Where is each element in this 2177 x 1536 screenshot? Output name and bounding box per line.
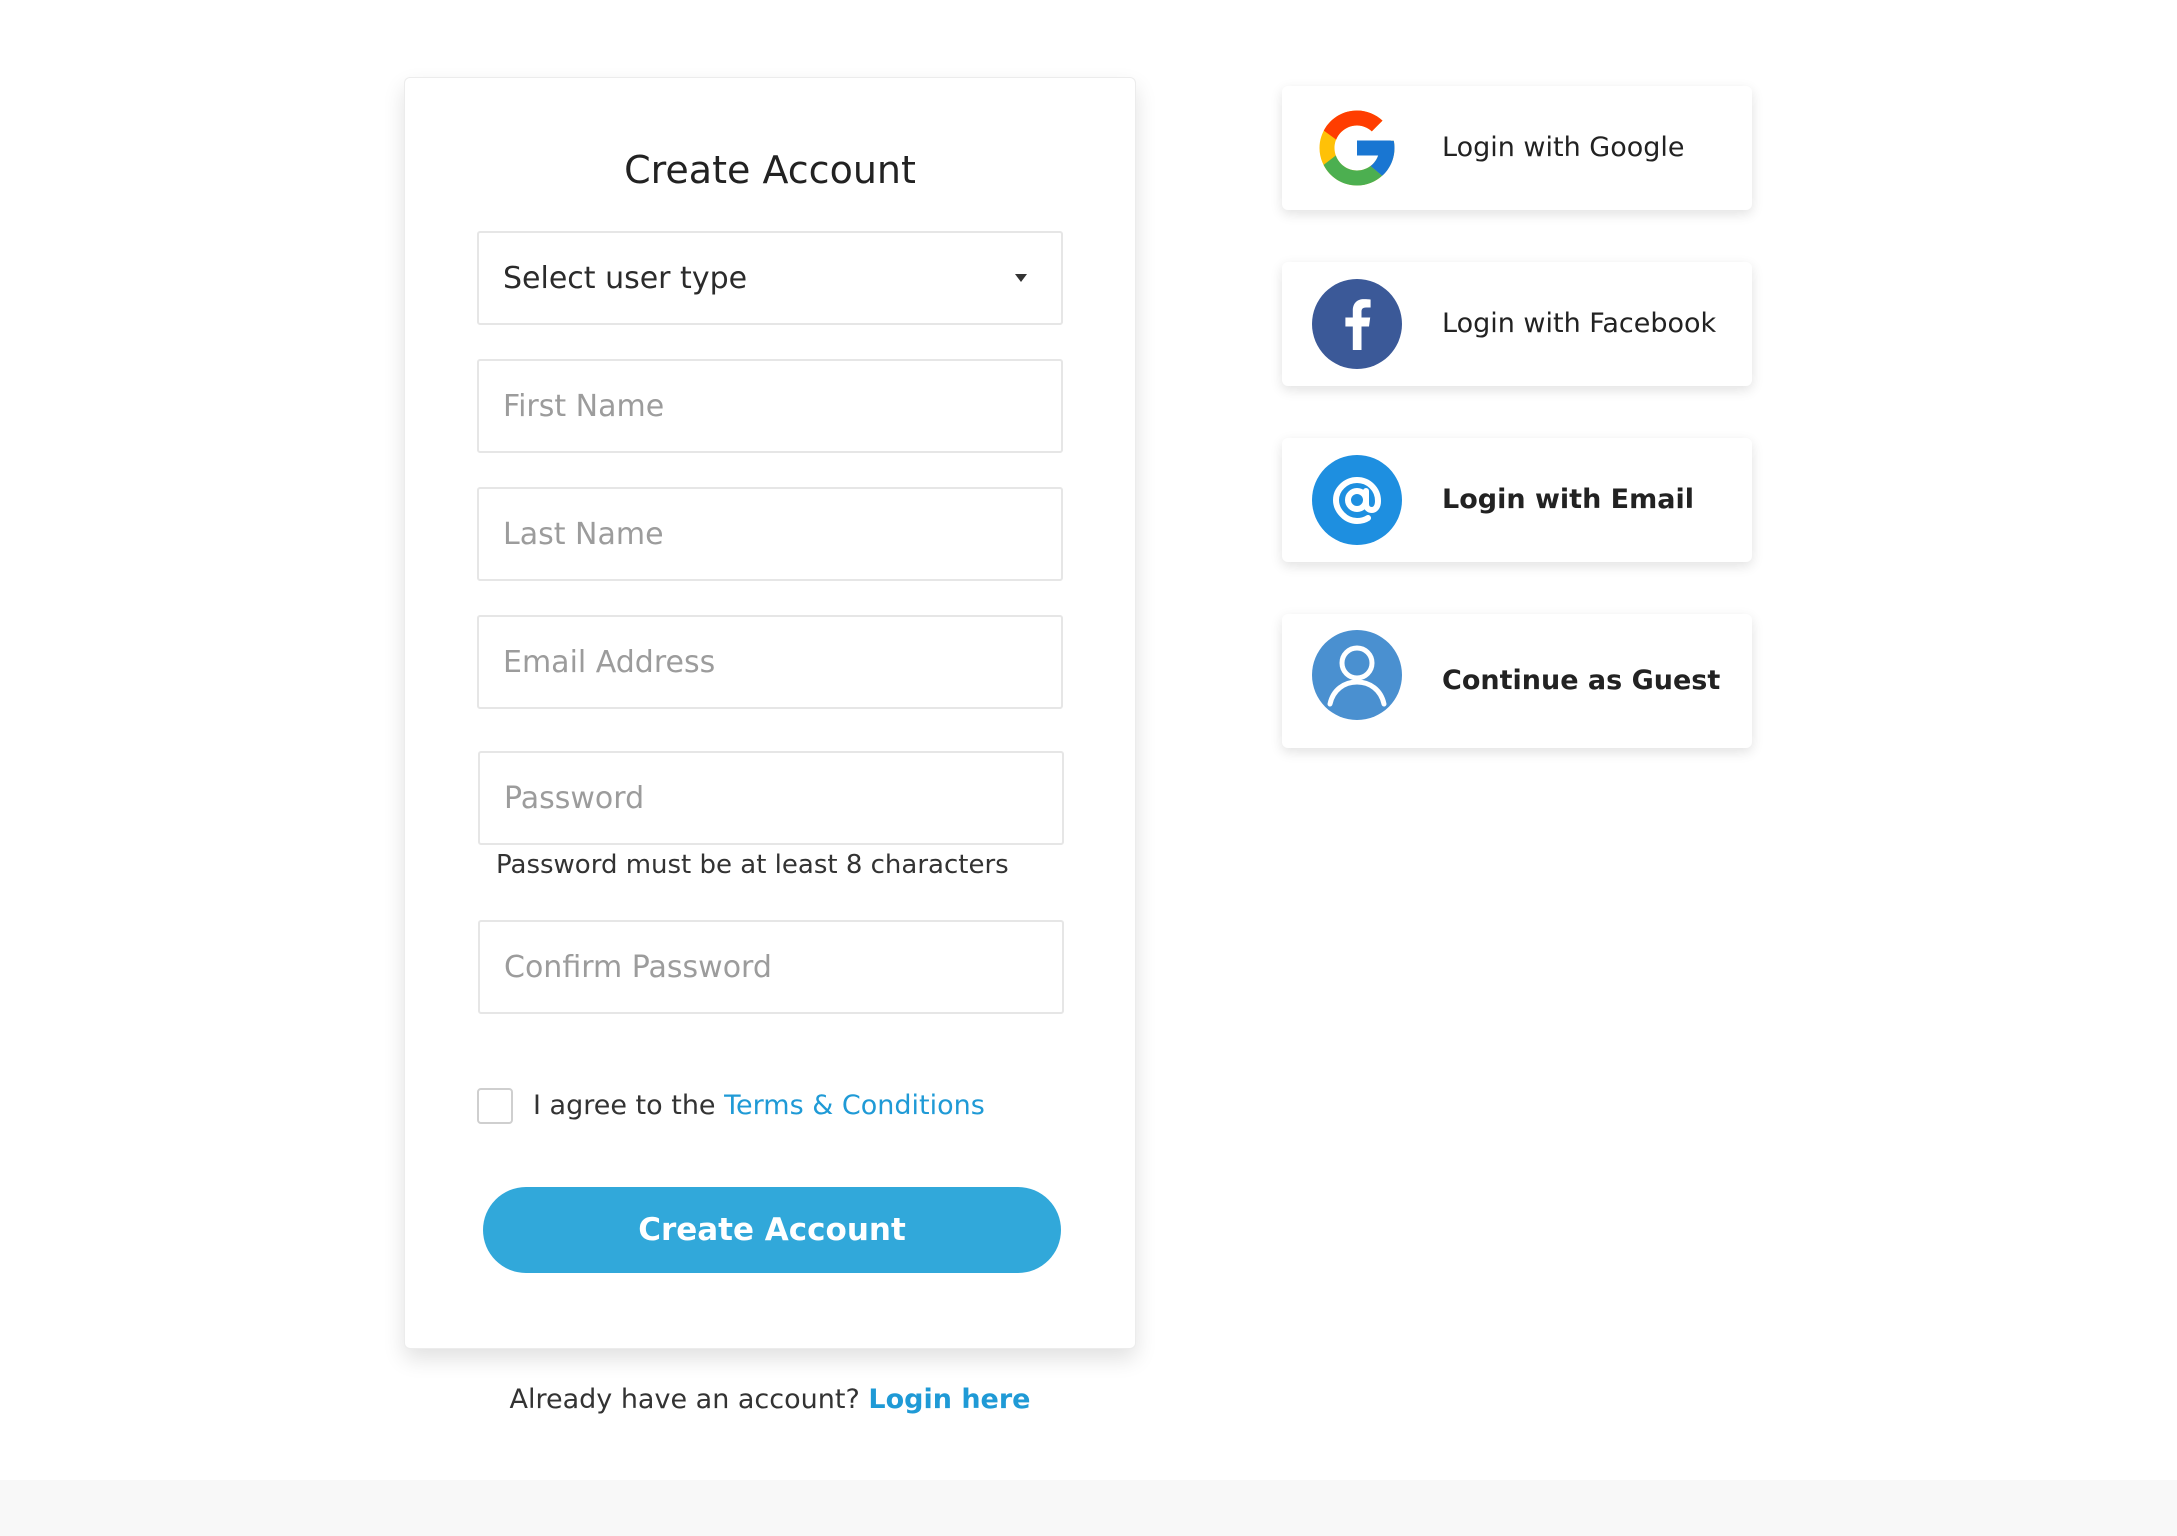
chevron-down-icon <box>1015 274 1027 282</box>
terms-agreement-text: I agree to the <box>533 1090 725 1121</box>
user-type-select[interactable]: Select user type <box>477 231 1063 325</box>
login-with-facebook-button[interactable]: Login with Facebook <box>1282 262 1752 386</box>
last-name-field[interactable] <box>477 487 1063 581</box>
terms-agreement: I agree to the Terms & Conditions <box>533 1090 985 1121</box>
facebook-label: Login with Facebook <box>1442 308 1717 339</box>
google-icon <box>1319 110 1395 186</box>
page-title: Create Account <box>624 148 916 192</box>
footer-band <box>0 1480 2177 1536</box>
facebook-icon <box>1312 279 1402 369</box>
email-label: Login with Email <box>1442 484 1694 515</box>
login-here-link[interactable]: Login here <box>868 1384 1030 1415</box>
terms-checkbox[interactable] <box>477 1088 513 1124</box>
email-field[interactable] <box>477 615 1063 709</box>
first-name-field[interactable] <box>477 359 1063 453</box>
login-prompt-text: Already have an account? <box>509 1384 869 1415</box>
password-field[interactable] <box>478 751 1064 845</box>
continue-as-guest-button[interactable]: Continue as Guest <box>1282 614 1752 748</box>
at-sign-icon <box>1312 455 1402 545</box>
terms-link[interactable]: Terms & Conditions <box>724 1090 985 1121</box>
login-with-email-button[interactable]: Login with Email <box>1282 438 1752 562</box>
confirm-password-field[interactable] <box>478 920 1064 1014</box>
user-icon <box>1312 630 1402 720</box>
google-label: Login with Google <box>1442 132 1685 163</box>
login-with-google-button[interactable]: Login with Google <box>1282 86 1752 210</box>
login-prompt: Already have an account? Login here <box>404 1384 1136 1415</box>
signup-card: Create Account Select user type Password… <box>404 77 1136 1349</box>
create-account-button[interactable]: Create Account <box>483 1187 1061 1273</box>
guest-label: Continue as Guest <box>1442 665 1721 696</box>
password-hint: Password must be at least 8 characters <box>496 850 1009 880</box>
user-type-selected-value: Select user type <box>503 260 748 296</box>
